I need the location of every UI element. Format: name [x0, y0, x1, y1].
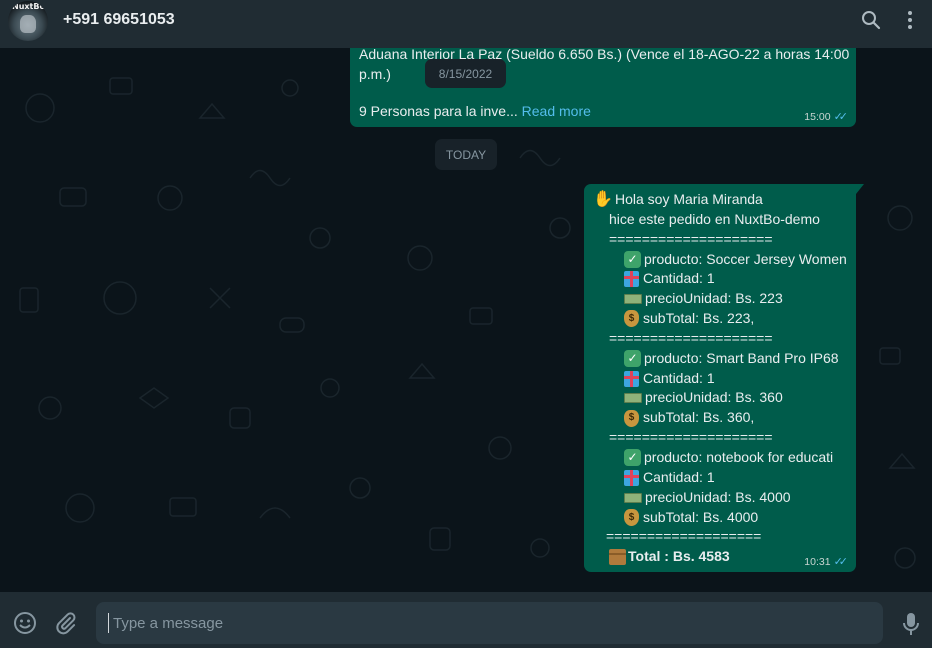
- message-text-line: 9 Personas para la inve... Read more: [359, 101, 847, 121]
- gift-icon: [624, 370, 639, 387]
- banknote-icon: [624, 294, 642, 305]
- item-quantity-line: Cantidad: 1: [584, 468, 856, 488]
- separator-line: ====================: [609, 230, 773, 247]
- item-subtotal: subTotal: Bs. 360,: [643, 409, 755, 426]
- gift-icon: [624, 271, 639, 288]
- item-product-line: ✓ producto: Smart Band Pro IP68: [584, 349, 856, 369]
- contact-avatar[interactable]: NuxtBo: [8, 1, 48, 41]
- item-product: producto: notebook for educati: [644, 448, 834, 465]
- message-meta: 15:00 ✓✓: [804, 110, 849, 124]
- double-check-icon: ✓✓: [833, 111, 849, 123]
- paperclip-icon[interactable]: [54, 611, 78, 635]
- message-meta: 10:31 ✓✓: [804, 555, 849, 569]
- message-intro: hice este pedido en NuxtBo-demo: [609, 210, 820, 227]
- text-caret: [108, 613, 109, 633]
- item-quantity-line: Cantidad: 1: [584, 269, 856, 289]
- item-subtotal: subTotal: Bs. 223,: [643, 310, 755, 327]
- item-unit-price: precioUnidad: Bs. 360: [645, 389, 783, 406]
- banknote-icon: [624, 393, 642, 404]
- contact-name[interactable]: +591 69651053: [63, 11, 175, 29]
- double-check-icon: ✓✓: [833, 556, 849, 568]
- chat-header: NuxtBo +591 69651053: [0, 0, 932, 48]
- search-icon[interactable]: [860, 9, 882, 31]
- chat-area[interactable]: Aduana Interior La Paz (Sueldo 6.650 Bs.…: [0, 48, 932, 592]
- money-bag-icon: $: [624, 409, 639, 427]
- avatar-figure: [20, 15, 36, 33]
- item-product-line: ✓ producto: Soccer Jersey Women: [584, 250, 856, 270]
- message-truncated-text: 9 Personas para la inve...: [359, 103, 518, 119]
- microphone-icon[interactable]: [901, 611, 921, 637]
- item-product: producto: Soccer Jersey Women: [644, 250, 847, 267]
- item-subtotal-line: $ subTotal: Bs. 4000: [584, 508, 856, 528]
- money-bag-icon: $: [624, 508, 639, 526]
- greeting-text: Hola soy Maria Miranda: [615, 191, 763, 207]
- date-divider-today: TODAY: [435, 139, 497, 170]
- item-unit-price: precioUnidad: Bs. 223: [645, 290, 783, 307]
- separator-line: ===================: [606, 528, 762, 545]
- item-subtotal-line: $ subTotal: Bs. 360,: [584, 408, 856, 428]
- message-input-placeholder: Type a message: [113, 614, 224, 632]
- kebab-menu-icon[interactable]: [899, 9, 921, 31]
- check-mark-icon: ✓: [624, 350, 641, 368]
- floating-date-badge: 8/15/2022: [425, 59, 506, 88]
- separator-line: ====================: [609, 329, 773, 346]
- check-mark-icon: ✓: [624, 449, 641, 467]
- item-quantity-line: Cantidad: 1: [584, 369, 856, 389]
- order-total: Total : Bs. 4583: [628, 548, 730, 565]
- message-input[interactable]: Type a message: [96, 602, 883, 644]
- item-product-line: ✓ producto: notebook for educati: [584, 448, 856, 468]
- message-time: 15:00: [804, 110, 831, 123]
- package-icon: [609, 549, 626, 566]
- read-more-link[interactable]: Read more: [522, 103, 591, 119]
- check-mark-icon: ✓: [624, 250, 641, 268]
- message-line-greeting: ✋ Hola soy Maria Miranda: [584, 190, 856, 210]
- item-price-line: precioUnidad: Bs. 223: [584, 289, 856, 309]
- item-subtotal-line: $ subTotal: Bs. 223,: [584, 309, 856, 329]
- item-quantity: Cantidad: 1: [643, 369, 715, 386]
- emoji-icon[interactable]: [13, 611, 37, 635]
- money-bag-icon: $: [624, 310, 639, 328]
- item-product: producto: Smart Band Pro IP68: [644, 349, 839, 366]
- item-quantity: Cantidad: 1: [643, 468, 715, 485]
- bubble-tail: [856, 184, 864, 194]
- message-bubble-outgoing[interactable]: Aduana Interior La Paz (Sueldo 6.650 Bs.…: [350, 48, 856, 127]
- message-composer: Type a message: [0, 592, 932, 648]
- banknote-icon: [624, 492, 642, 503]
- item-unit-price: precioUnidad: Bs. 4000: [645, 488, 791, 505]
- message-time: 10:31: [804, 555, 831, 568]
- item-price-line: precioUnidad: Bs. 360: [584, 388, 856, 408]
- item-quantity: Cantidad: 1: [643, 270, 715, 287]
- item-price-line: precioUnidad: Bs. 4000: [584, 488, 856, 508]
- waving-hand-icon: ✋: [593, 191, 613, 208]
- gift-icon: [624, 469, 639, 486]
- avatar-logo-text: NuxtBo: [12, 2, 45, 11]
- separator-line: ====================: [609, 429, 773, 446]
- message-bubble-outgoing[interactable]: ✋ Hola soy Maria Miranda hice este pedid…: [584, 184, 864, 572]
- item-subtotal: subTotal: Bs. 4000: [643, 508, 759, 525]
